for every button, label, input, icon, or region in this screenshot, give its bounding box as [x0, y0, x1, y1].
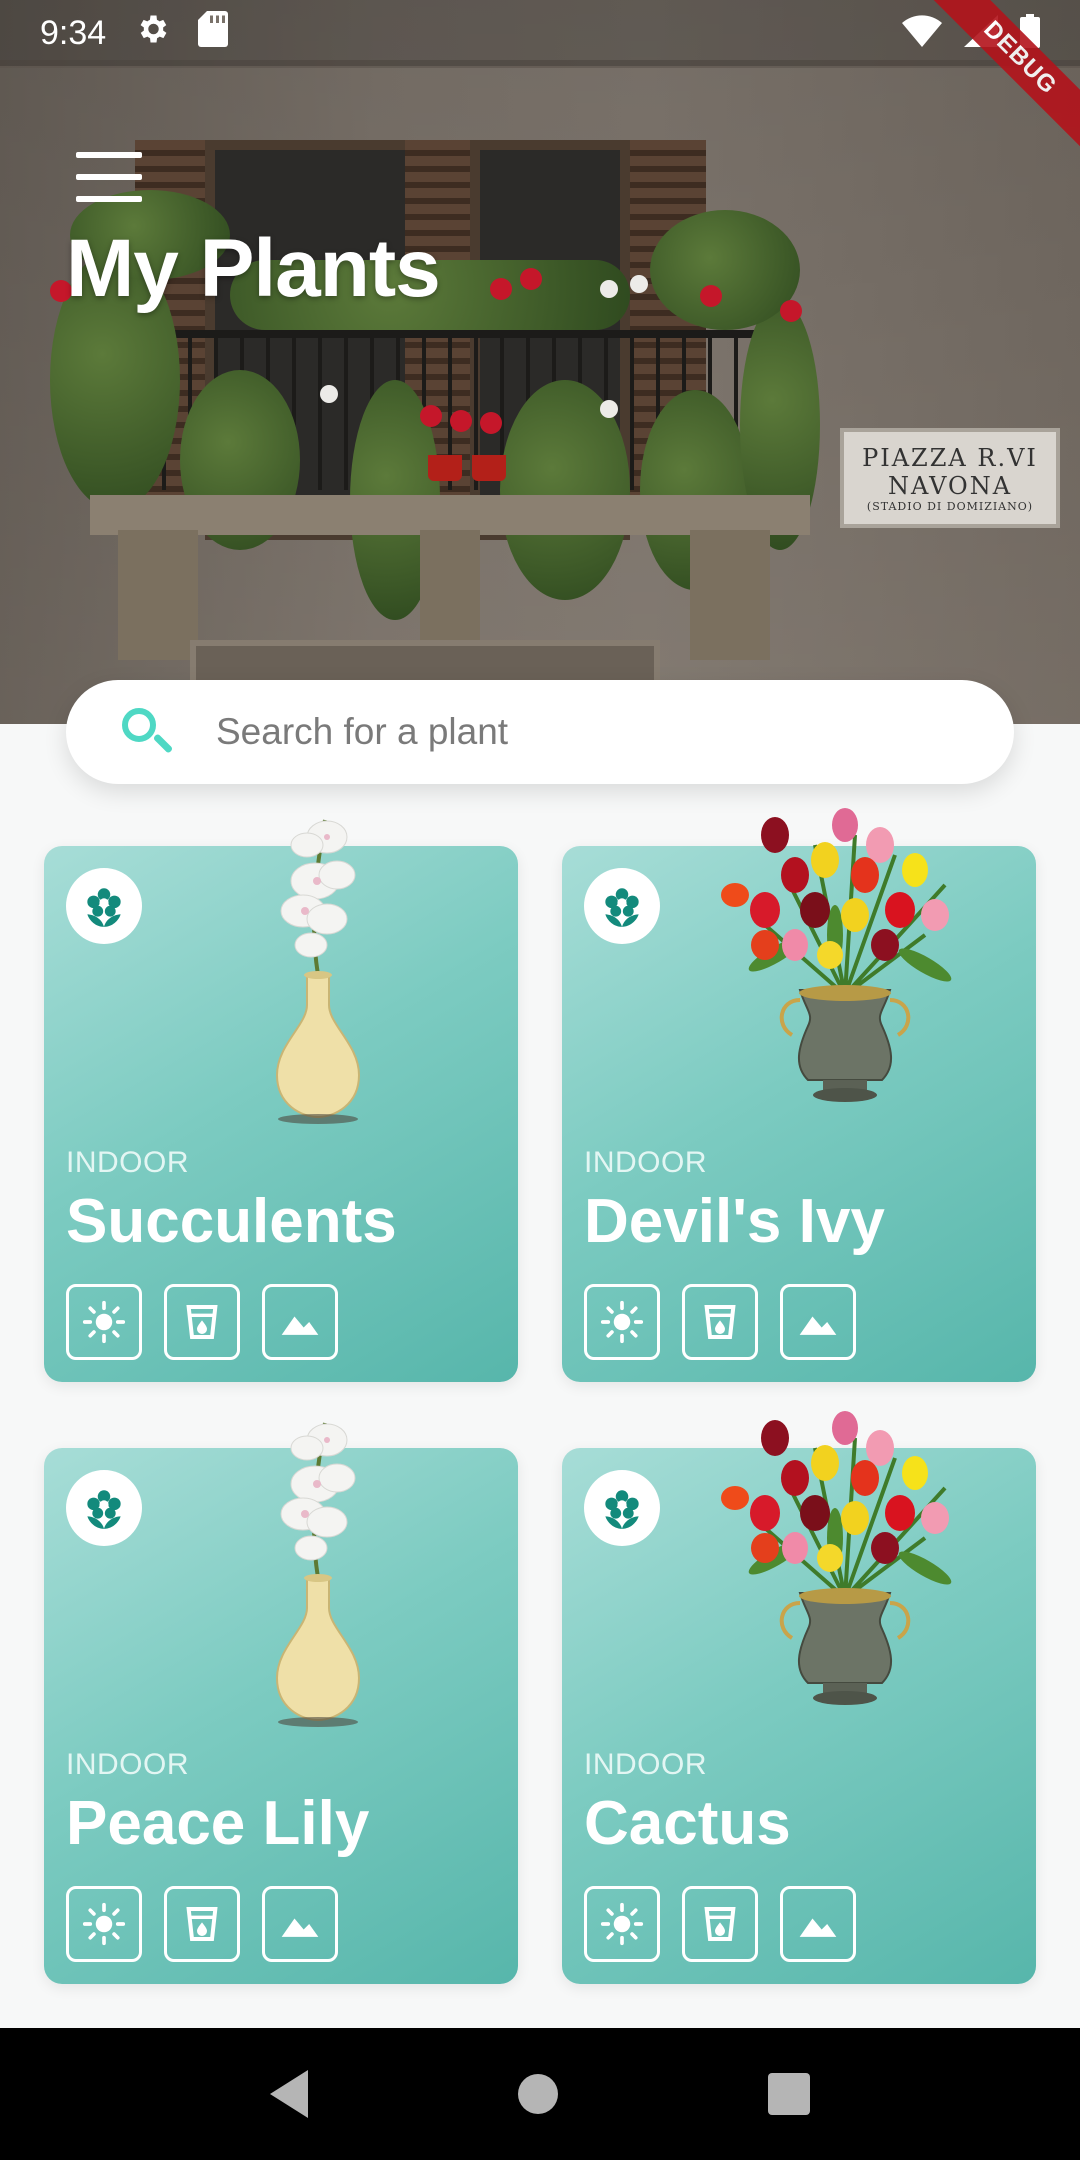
- search-input[interactable]: [216, 711, 1014, 753]
- home-circle-icon[interactable]: [518, 2074, 558, 2114]
- status-bar: 9:34: [0, 0, 1080, 66]
- sun-icon[interactable]: [66, 1886, 142, 1962]
- plant-category: INDOOR: [66, 1146, 189, 1179]
- back-triangle-icon[interactable]: [270, 2070, 308, 2118]
- sun-icon[interactable]: [584, 1886, 660, 1962]
- gear-icon: [134, 11, 170, 56]
- sd-card-icon: [198, 10, 229, 56]
- feature-icons: [66, 1284, 338, 1360]
- sun-icon[interactable]: [584, 1284, 660, 1360]
- feature-icons: [66, 1886, 338, 1962]
- plant-image-orchid: [275, 1422, 361, 1727]
- plant-image-tulips: [721, 1411, 952, 1705]
- water-cup-icon[interactable]: [682, 1886, 758, 1962]
- plant-category: INDOOR: [66, 1748, 189, 1781]
- recents-square-icon[interactable]: [768, 2073, 810, 2115]
- header-background-photo: PIAZZA R.VI NAVONA (STADIO DI DOMIZIANO): [0, 0, 1080, 724]
- street-sign: PIAZZA R.VI NAVONA (STADIO DI DOMIZIANO): [840, 428, 1060, 528]
- plant-image-orchid: [275, 819, 361, 1124]
- plant-category: INDOOR: [584, 1146, 707, 1179]
- flower-icon: [66, 1470, 142, 1546]
- sun-icon[interactable]: [66, 1284, 142, 1360]
- terrain-icon[interactable]: [780, 1886, 856, 1962]
- terrain-icon[interactable]: [780, 1284, 856, 1360]
- plant-name: Devil's Ivy: [584, 1187, 885, 1256]
- search-bar[interactable]: [66, 680, 1014, 784]
- feature-icons: [584, 1886, 856, 1962]
- flower-icon: [584, 1470, 660, 1546]
- terrain-icon[interactable]: [262, 1886, 338, 1962]
- water-cup-icon[interactable]: [682, 1284, 758, 1360]
- plant-name: Peace Lily: [66, 1789, 370, 1858]
- feature-icons: [584, 1284, 856, 1360]
- water-cup-icon[interactable]: [164, 1886, 240, 1962]
- flower-icon: [584, 868, 660, 944]
- flower-icon: [66, 868, 142, 944]
- search-icon: [116, 702, 176, 762]
- plant-image-tulips: [721, 808, 952, 1102]
- system-navigation-bar: [0, 2028, 1080, 2160]
- plant-name: Succulents: [66, 1187, 397, 1256]
- water-cup-icon[interactable]: [164, 1284, 240, 1360]
- status-time: 9:34: [40, 13, 107, 52]
- hamburger-menu-icon[interactable]: [76, 152, 142, 202]
- plant-category: INDOOR: [584, 1748, 707, 1781]
- plant-name: Cactus: [584, 1789, 791, 1858]
- terrain-icon[interactable]: [262, 1284, 338, 1360]
- wifi-icon: [902, 14, 942, 52]
- page-title: My Plants: [66, 223, 441, 314]
